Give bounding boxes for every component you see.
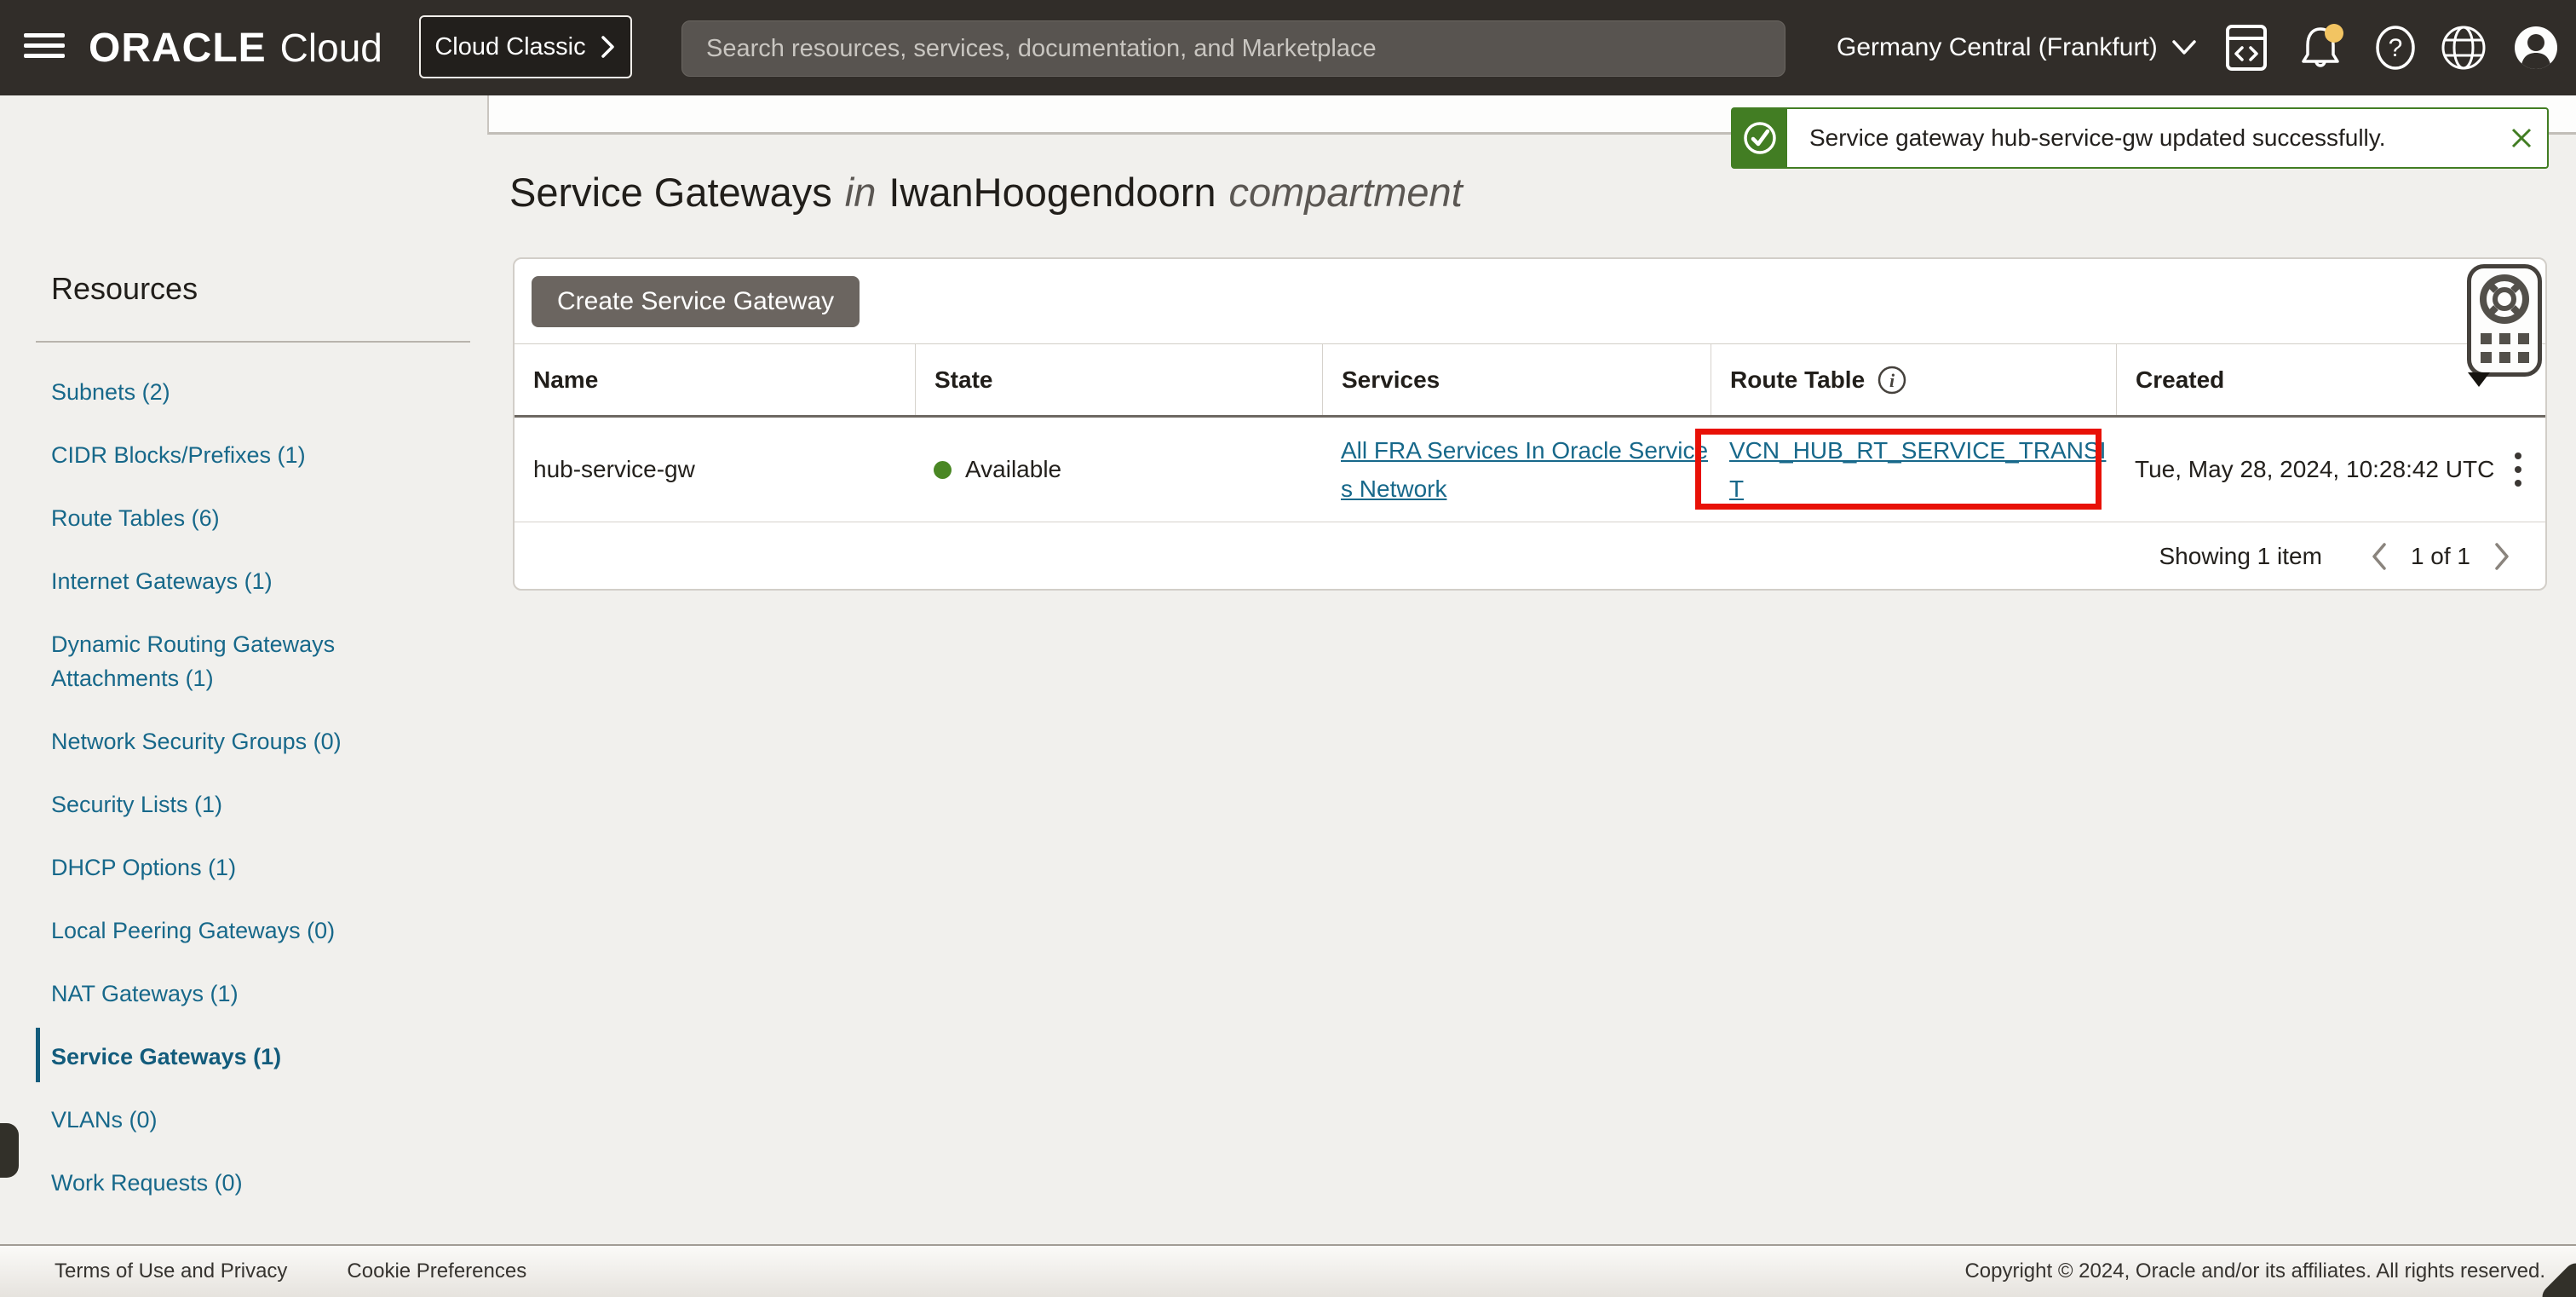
oracle-cloud-console: ORACLE Cloud Cloud Classic Germany Centr… [0, 0, 2576, 1297]
region-selector[interactable]: Germany Central (Frankfurt) [1837, 0, 2197, 95]
resources-sidebar: Resources Subnets (2) CIDR Blocks/Prefix… [0, 95, 487, 1297]
service-gateways-panel: Create Service Gateway Name State Servic… [513, 257, 2547, 591]
success-check-icon [1733, 109, 1787, 167]
sidebar-item-drg-attachments[interactable]: Dynamic Routing Gateways Attachments (1) [51, 627, 460, 695]
footer-bar: Terms of Use and Privacy Cookie Preferen… [0, 1244, 2576, 1297]
chevron-down-icon [2171, 39, 2197, 56]
column-header-name: Name [515, 344, 915, 415]
region-label: Germany Central (Frankfurt) [1837, 33, 2158, 62]
chevron-left-icon[interactable] [2370, 541, 2389, 572]
kebab-menu-icon[interactable] [2513, 449, 2523, 490]
info-icon[interactable]: i [1877, 365, 1907, 395]
sidebar-item-cidr-blocks[interactable]: CIDR Blocks/Prefixes (1) [51, 438, 460, 472]
sidebar-item-internet-gateways[interactable]: Internet Gateways (1) [51, 564, 460, 598]
state-label: Available [965, 456, 1061, 483]
cell-created: Tue, May 28, 2024, 10:28:42 UTC [2116, 418, 2545, 522]
table-header-row: Name State Services Route Table i Create… [515, 343, 2545, 418]
sidebar-item-security-lists[interactable]: Security Lists (1) [51, 787, 460, 821]
success-toast: Service gateway hub-service-gw updated s… [1731, 107, 2549, 169]
apps-grid-icon[interactable] [2481, 333, 2529, 363]
sidebar-item-local-peering-gateways[interactable]: Local Peering Gateways (0) [51, 914, 460, 948]
showing-count: Showing 1 item [2159, 543, 2322, 570]
logo-cloud-text: Cloud [280, 25, 382, 71]
page-indicator: 1 of 1 [2411, 543, 2470, 570]
toast-message: Service gateway hub-service-gw updated s… [1787, 124, 2496, 152]
sidebar-item-route-tables[interactable]: Route Tables (6) [51, 501, 460, 535]
help-icon[interactable]: ? [2373, 0, 2418, 95]
close-icon[interactable] [2496, 126, 2547, 150]
sidebar-item-service-gateways[interactable]: Service Gateways (1) [51, 1040, 460, 1074]
widget-pointer [2468, 372, 2490, 387]
services-link[interactable]: All FRA Services In Oracle Service s Net… [1341, 431, 1708, 508]
floating-help-widget [2467, 264, 2542, 377]
cookie-preferences-link[interactable]: Cookie Preferences [347, 1260, 526, 1283]
oracle-cloud-logo[interactable]: ORACLE Cloud [89, 0, 382, 95]
offscreen-widget-left [0, 1123, 19, 1178]
create-service-gateway-button[interactable]: Create Service Gateway [532, 276, 860, 327]
page-title-compartment-name: IwanHoogendoorn [888, 169, 1216, 216]
page-title-main: Service Gateways [509, 169, 832, 216]
sidebar-item-work-requests[interactable]: Work Requests (0) [51, 1166, 460, 1200]
search-input[interactable] [682, 21, 1785, 76]
cell-services: All FRA Services In Oracle Service s Net… [1322, 418, 1711, 522]
status-dot-icon [934, 461, 952, 479]
column-header-route-table: Route Table i [1711, 344, 2116, 415]
terms-link[interactable]: Terms of Use and Privacy [55, 1260, 287, 1283]
language-globe-icon[interactable] [2440, 0, 2487, 95]
cell-route-table: VCN_HUB_RT_SERVICE_TRANSI T [1711, 418, 2116, 522]
cloud-classic-button[interactable]: Cloud Classic [419, 15, 632, 78]
route-table-link[interactable]: VCN_HUB_RT_SERVICE_TRANSI T [1729, 431, 2106, 508]
page-title-suffix: compartment [1228, 169, 1462, 216]
footer-links: Terms of Use and Privacy Cookie Preferen… [55, 1260, 526, 1283]
lifebuoy-help-widget-icon[interactable] [2478, 273, 2531, 326]
resources-heading: Resources [51, 271, 198, 307]
hamburger-menu-icon[interactable] [24, 33, 65, 62]
sidebar-item-subnets[interactable]: Subnets (2) [51, 375, 460, 409]
notifications-bell-icon[interactable] [2298, 0, 2346, 95]
top-header-bar: ORACLE Cloud Cloud Classic Germany Centr… [0, 0, 2576, 95]
svg-text:?: ? [2389, 34, 2403, 62]
cloud-classic-label: Cloud Classic [434, 33, 585, 61]
user-avatar-icon[interactable] [2513, 0, 2559, 95]
chevron-right-icon[interactable] [2493, 541, 2511, 572]
divider [36, 341, 470, 343]
table-pagination: Showing 1 item 1 of 1 [515, 523, 2545, 589]
logo-oracle-text: ORACLE [89, 25, 267, 72]
page-title: Service Gateways in IwanHoogendoorn comp… [509, 169, 1463, 223]
global-search-bar [681, 20, 1785, 77]
sidebar-item-nat-gateways[interactable]: NAT Gateways (1) [51, 977, 460, 1011]
chevron-right-icon [598, 33, 617, 61]
code-editor-icon[interactable] [2225, 0, 2268, 95]
column-header-state: State [915, 344, 1322, 415]
sidebar-item-vlans[interactable]: VLANs (0) [51, 1103, 460, 1137]
cell-state: Available [915, 418, 1322, 522]
svg-text:i: i [1889, 370, 1895, 391]
copyright-text: Copyright © 2024, Oracle and/or its affi… [1964, 1260, 2545, 1283]
cell-name: hub-service-gw [515, 418, 915, 522]
table-row: hub-service-gw Available All FRA Service… [515, 418, 2545, 522]
page-title-in: in [845, 169, 877, 216]
created-timestamp: Tue, May 28, 2024, 10:28:42 UTC [2135, 456, 2494, 483]
notification-badge [2325, 24, 2343, 43]
sidebar-item-dhcp-options[interactable]: DHCP Options (1) [51, 850, 460, 885]
sidebar-nav: Subnets (2) CIDR Blocks/Prefixes (1) Rou… [51, 375, 460, 1229]
sidebar-item-network-security-groups[interactable]: Network Security Groups (0) [51, 724, 460, 758]
active-indicator-bar [36, 1028, 40, 1082]
column-header-services: Services [1322, 344, 1711, 415]
